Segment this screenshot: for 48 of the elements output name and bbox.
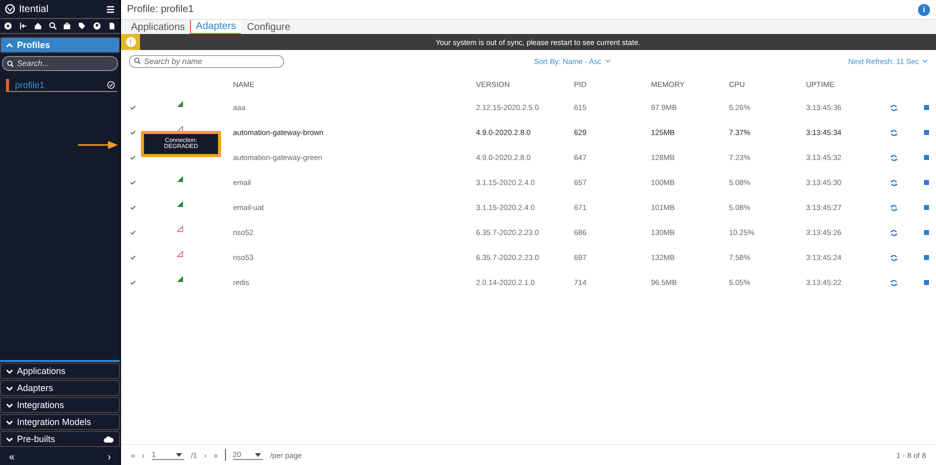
restart-icon[interactable]: [890, 204, 898, 212]
restart-icon[interactable]: [890, 128, 898, 136]
annotation-arrow: [78, 140, 118, 150]
chevron-icon: [6, 436, 13, 442]
chevron-icon: [6, 368, 13, 374]
restart-icon[interactable]: [890, 278, 898, 286]
restart-icon[interactable]: [890, 178, 898, 186]
tab[interactable]: Applications: [125, 20, 190, 34]
chevron-icon: [6, 402, 13, 408]
info-button[interactable]: i: [918, 4, 930, 16]
restart-icon[interactable]: [890, 228, 898, 236]
user-icon[interactable]: [93, 22, 102, 30]
brand-name: Itential: [19, 4, 50, 14]
warning-icon: !: [126, 37, 136, 47]
search-field[interactable]: Search by name: [129, 54, 284, 68]
exit-icon[interactable]: [18, 22, 27, 30]
search-field[interactable]: Search...: [2, 56, 118, 71]
tab[interactable]: Configure: [240, 20, 296, 34]
section-header[interactable]: Pre-builts: [0, 431, 120, 447]
caret-icon: [922, 59, 928, 63]
collapse-button[interactable]: «: [9, 452, 15, 462]
home-icon[interactable]: [34, 22, 42, 30]
section-header[interactable]: Integration Models: [0, 414, 120, 430]
search-icon[interactable]: [48, 22, 57, 30]
next-button[interactable]: ›: [108, 452, 111, 462]
section-header[interactable]: Applications: [0, 363, 120, 379]
plus-icon[interactable]: [4, 22, 12, 30]
briefcase-icon[interactable]: [63, 22, 72, 30]
search-icon: [134, 58, 141, 64]
file-icon[interactable]: [108, 22, 116, 30]
chevron-icon: [6, 418, 13, 426]
profile-item[interactable]: profile1: [6, 79, 117, 92]
section-header[interactable]: Profiles: [0, 37, 120, 53]
menu-icon[interactable]: [106, 4, 115, 14]
section-header[interactable]: Adapters: [0, 380, 120, 396]
chevron-icon: [6, 384, 13, 392]
section-header[interactable]: Integrations: [0, 397, 120, 413]
tab[interactable]: Adapters: [190, 20, 241, 34]
caret-icon: [604, 59, 611, 63]
restart-icon[interactable]: [890, 254, 898, 262]
logo-icon: [5, 4, 15, 14]
tag-icon[interactable]: [78, 22, 86, 30]
chevron-icon: [6, 42, 13, 48]
caret-icon: [255, 452, 262, 456]
restart-icon[interactable]: [890, 104, 898, 112]
caret-icon: [176, 452, 182, 456]
restart-icon[interactable]: [890, 154, 898, 162]
page-title: Profile: profile1: [127, 4, 195, 15]
